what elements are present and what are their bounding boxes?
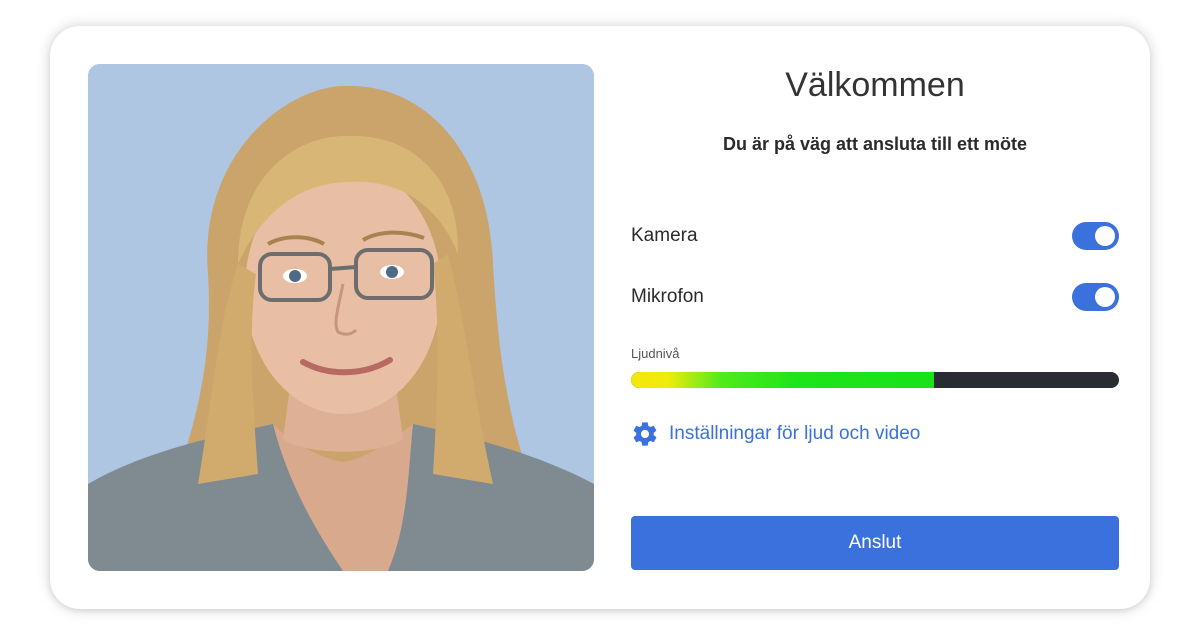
audio-level-fill — [631, 372, 934, 388]
camera-toggle[interactable] — [1072, 222, 1119, 250]
audio-level-meter — [631, 372, 1119, 388]
gear-icon — [633, 422, 657, 446]
microphone-label: Mikrofon — [631, 286, 704, 307]
microphone-toggle-knob — [1095, 287, 1115, 307]
camera-row: Kamera — [631, 221, 1119, 251]
camera-preview — [88, 64, 594, 571]
page-subtitle: Du är på väg att ansluta till ett möte — [722, 134, 1028, 154]
settings-link-label: Inställningar för ljud och video — [669, 423, 921, 444]
audio-level-label: Ljudnivå — [631, 346, 680, 361]
page-title: Välkommen — [785, 66, 965, 104]
microphone-row: Mikrofon — [631, 282, 1119, 312]
camera-label: Kamera — [631, 225, 698, 246]
connect-button[interactable]: Anslut — [631, 516, 1119, 570]
microphone-toggle[interactable] — [1072, 283, 1119, 311]
audio-video-settings-link[interactable]: Inställningar för ljud och video — [631, 420, 920, 448]
join-meeting-card: Välkommen Du är på väg att ansluta till … — [50, 26, 1150, 609]
camera-toggle-knob — [1095, 226, 1115, 246]
join-panel: Välkommen Du är på väg att ansluta till … — [631, 26, 1119, 609]
participant-portrait — [88, 64, 594, 571]
